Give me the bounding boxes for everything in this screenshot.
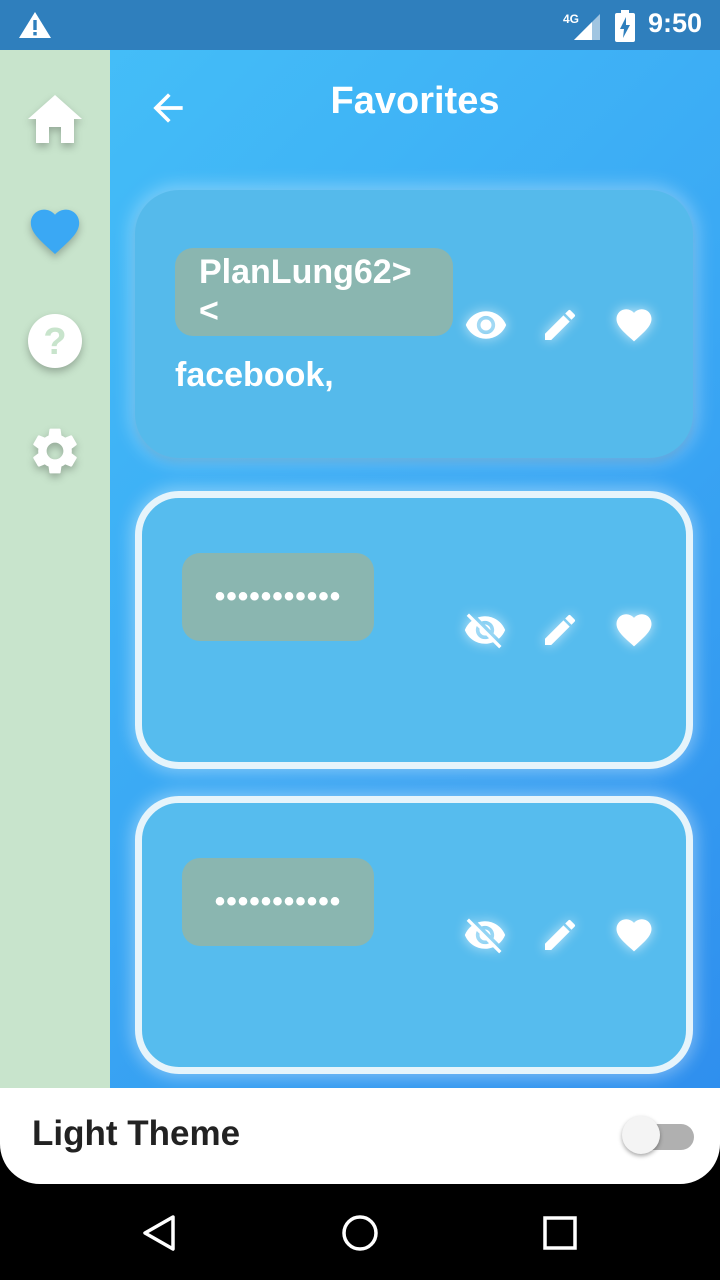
theme-toggle[interactable]	[622, 1116, 694, 1154]
status-bar: 4G 9:50	[0, 0, 720, 50]
password-card[interactable]: PlanLung62>< facebook,	[135, 190, 693, 458]
svg-text:?: ?	[43, 321, 66, 363]
favorite-button[interactable]	[609, 300, 659, 350]
pencil-icon	[545, 614, 576, 645]
edit-button[interactable]	[535, 605, 585, 655]
toggle-visibility-button[interactable]	[460, 605, 510, 655]
svg-text:4G: 4G	[563, 12, 579, 26]
rail-item-favorites[interactable]	[22, 196, 88, 262]
heart-icon	[30, 209, 80, 255]
signal-icon: 4G	[563, 12, 600, 40]
favorite-button[interactable]	[609, 910, 659, 960]
favorite-button[interactable]	[609, 605, 659, 655]
heart-icon	[616, 614, 652, 647]
toggle-visibility-button[interactable]	[460, 910, 510, 960]
password-text: •••••••••••	[182, 553, 374, 641]
toggle-visibility-button[interactable]	[461, 300, 511, 350]
site-name: facebook,	[175, 356, 334, 394]
navigation-rail: ?	[0, 50, 110, 1088]
rail-item-home[interactable]	[22, 86, 88, 152]
nav-home-button[interactable]	[335, 1208, 385, 1258]
page-title: Favorites	[330, 80, 500, 122]
password-text: PlanLung62><	[175, 248, 453, 336]
eye-off-icon	[464, 918, 506, 954]
nav-back-button[interactable]	[134, 1208, 184, 1258]
theme-bar: Light Theme	[0, 1088, 720, 1184]
edit-button[interactable]	[535, 300, 585, 350]
app-body: ? Favorites PlanLung62>< facebook, •••••…	[0, 50, 720, 1088]
home-icon	[28, 95, 82, 143]
eye-icon	[465, 311, 507, 339]
pencil-icon	[545, 309, 576, 340]
nav-recents-button[interactable]	[535, 1208, 585, 1258]
toggle-thumb[interactable]	[622, 1116, 660, 1154]
eye-off-icon	[464, 613, 506, 649]
password-card[interactable]: •••••••••••	[135, 796, 693, 1074]
back-triangle-icon	[143, 1215, 175, 1251]
pencil-icon	[545, 919, 576, 950]
arrow-back-icon	[153, 93, 183, 123]
recents-square-icon	[543, 1216, 577, 1250]
password-text: •••••••••••	[182, 858, 374, 946]
status-time: 9:50	[648, 8, 703, 38]
theme-label: Light Theme	[32, 1114, 241, 1153]
edit-button[interactable]	[535, 910, 585, 960]
battery-charging-icon	[615, 10, 635, 42]
help-icon: ?	[28, 314, 82, 368]
heart-icon	[616, 309, 652, 342]
rail-item-settings[interactable]	[22, 418, 88, 484]
gear-icon	[33, 428, 77, 474]
warning-icon	[19, 12, 51, 38]
back-button[interactable]	[146, 86, 190, 130]
heart-icon	[616, 919, 652, 952]
password-card[interactable]: •••••••••••	[135, 491, 693, 769]
system-nav-bar	[0, 1184, 720, 1280]
home-circle-icon	[342, 1215, 378, 1251]
rail-item-help[interactable]: ?	[22, 308, 88, 374]
